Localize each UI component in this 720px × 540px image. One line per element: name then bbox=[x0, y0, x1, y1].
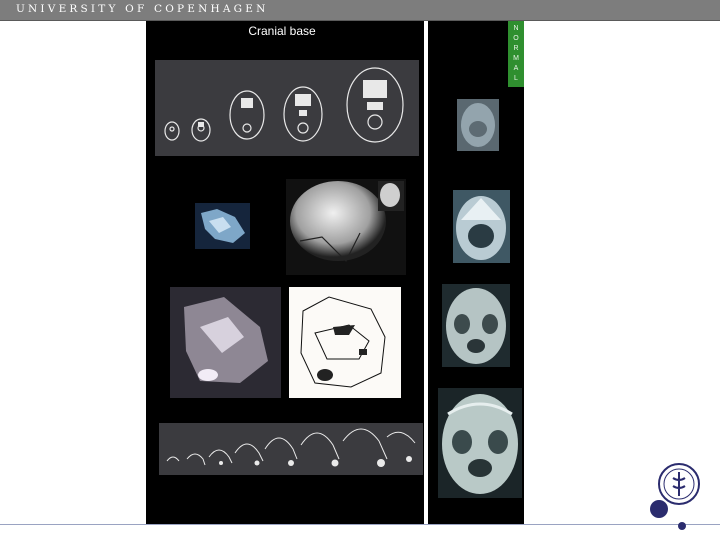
axial-skull-tracings-figure bbox=[155, 60, 419, 156]
institution-name: UNIVERSITY OF COPENHAGEN bbox=[16, 3, 269, 15]
axial-xray-3 bbox=[442, 284, 510, 367]
brand-dot-large bbox=[650, 500, 668, 518]
sagittal-skull-section-photo bbox=[170, 287, 281, 398]
tag-letter: M bbox=[513, 55, 519, 62]
university-seal-icon bbox=[657, 462, 701, 506]
footer-rule bbox=[0, 524, 720, 525]
sagittal-tracings-growth-series bbox=[159, 423, 423, 475]
axial-xray-4 bbox=[438, 388, 522, 498]
normal-label-tag: N O R M A L bbox=[508, 21, 524, 87]
tag-letter: O bbox=[513, 35, 519, 42]
tag-letter: L bbox=[514, 75, 518, 82]
brand-dot-small bbox=[678, 522, 686, 530]
tag-letter: N bbox=[513, 25, 519, 32]
tag-letter: R bbox=[513, 45, 519, 52]
lateral-skull-xray bbox=[286, 179, 406, 275]
axial-xray-2 bbox=[453, 190, 510, 263]
tag-letter: A bbox=[513, 65, 519, 72]
slide-title: Cranial base bbox=[248, 24, 316, 38]
lateral-cranial-base-photo bbox=[195, 203, 250, 249]
header-bar: UNIVERSITY OF COPENHAGEN bbox=[0, 0, 720, 21]
sagittal-skull-tracing bbox=[289, 287, 401, 398]
axial-xray-1 bbox=[457, 99, 499, 151]
